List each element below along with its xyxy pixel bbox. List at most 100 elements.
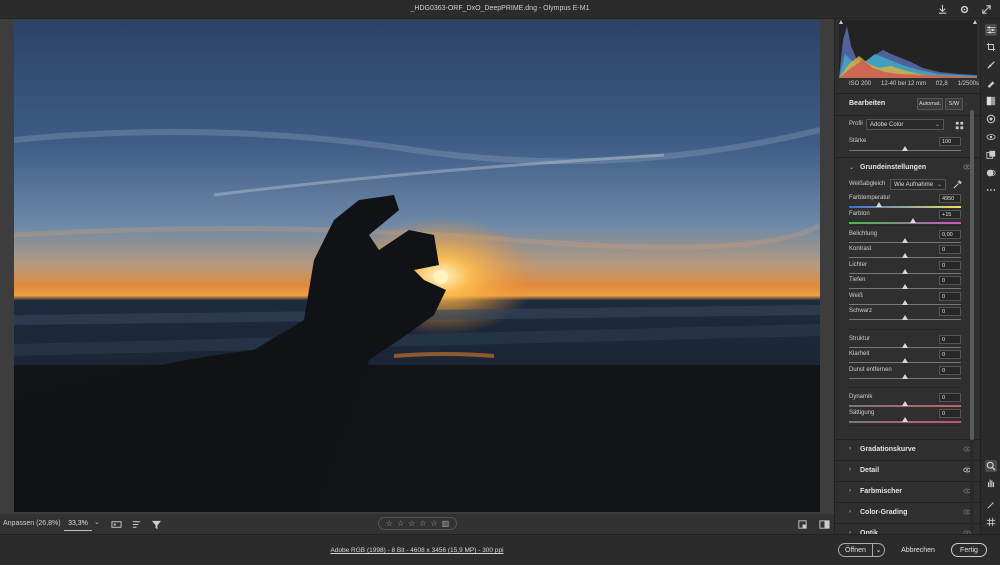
slider-label: Lichter: [849, 262, 868, 268]
slider-thumb[interactable]: [902, 374, 908, 379]
slider-label: Farbton: [849, 211, 870, 217]
slider-thumb[interactable]: [902, 315, 908, 320]
slider-value-field[interactable]: 0: [939, 409, 961, 418]
star-icon[interactable]: ☆: [430, 519, 437, 528]
zoom-chevron-icon[interactable]: ⌄: [94, 518, 100, 526]
wb-select[interactable]: Wie Aufnahme ⌄: [890, 179, 946, 190]
slider-value-field[interactable]: 0: [939, 335, 961, 344]
radial-icon[interactable]: [985, 113, 997, 125]
star-icon[interactable]: ☆: [419, 519, 426, 528]
panel-scrollbar[interactable]: [970, 110, 974, 530]
gear-icon[interactable]: [958, 3, 970, 15]
divider: [849, 425, 961, 426]
section-color-grading[interactable]: › Color-Grading: [835, 502, 980, 522]
gradient-icon[interactable]: [985, 95, 997, 107]
slider-value-field[interactable]: +15: [939, 210, 961, 219]
section-optik[interactable]: › Optik: [835, 523, 980, 534]
slider-value-field[interactable]: 0: [939, 350, 961, 359]
slider-label: Struktur: [849, 336, 871, 342]
profile-select[interactable]: Adobe Color ⌄: [866, 119, 944, 130]
slider-value-field[interactable]: 4950: [939, 194, 961, 203]
slider-thumb[interactable]: [902, 401, 908, 406]
slider-value-field[interactable]: 0,00: [939, 230, 961, 239]
hand-icon[interactable]: [985, 477, 997, 489]
filmstrip-icon[interactable]: [110, 518, 122, 530]
presets-icon[interactable]: [985, 167, 997, 179]
chevron-right-icon: ›: [849, 488, 851, 494]
sort-icon[interactable]: [130, 518, 142, 530]
snapshots-icon[interactable]: [985, 149, 997, 161]
save-icon[interactable]: [936, 3, 948, 15]
slider-value-field[interactable]: 0: [939, 292, 961, 301]
amount-slider-thumb[interactable]: [902, 146, 908, 151]
rating-stars[interactable]: ☆ ☆ ☆ ☆ ☆ ▥: [378, 517, 457, 530]
workflow-options-link[interactable]: Adobe RGB (1998) - 8 Bit - 4608 x 3456 (…: [0, 547, 834, 554]
edit-sliders-icon[interactable]: [985, 24, 997, 36]
zoom-fit-label[interactable]: Anpassen (26,8%): [3, 520, 61, 527]
brush-icon[interactable]: [985, 77, 997, 89]
section-farbmischer[interactable]: › Farbmischer: [835, 481, 980, 501]
bw-button[interactable]: S/W: [945, 98, 963, 110]
edit-header: Bearbeiten Automat. S/W: [835, 95, 980, 115]
before-after-toggle-icon[interactable]: [796, 518, 808, 530]
slider-label: Schwarz: [849, 308, 873, 314]
divider: [835, 115, 980, 116]
eyedropper-icon[interactable]: [951, 178, 963, 190]
slider-value-field[interactable]: 0: [939, 245, 961, 254]
slider-value-field[interactable]: 0: [939, 393, 961, 402]
scrollbar-thumb[interactable]: [970, 110, 974, 440]
footer: Adobe RGB (1998) - 8 Bit - 4608 x 3456 (…: [0, 534, 1000, 565]
filter-icon[interactable]: [150, 518, 162, 530]
exif-shutter: 1/2500s: [957, 81, 979, 87]
chevron-down-icon: ⌄: [849, 165, 855, 171]
slider-thumb[interactable]: [902, 253, 908, 258]
slider-thumb[interactable]: [902, 343, 908, 348]
star-icon[interactable]: ☆: [386, 519, 393, 528]
amount-label: Stärke: [849, 138, 867, 144]
section-detail[interactable]: › Detail: [835, 460, 980, 480]
color-sampler-icon[interactable]: [985, 499, 997, 511]
crop-icon[interactable]: [985, 41, 997, 53]
slider-label: Sättigung: [849, 410, 875, 416]
profile-browser-icon[interactable]: [953, 119, 965, 131]
slider-thumb[interactable]: [902, 238, 908, 243]
section-basic[interactable]: ⌄ Grundeinstellungen: [835, 157, 980, 177]
auto-button[interactable]: Automat.: [917, 98, 943, 110]
slider-thumb[interactable]: [902, 417, 908, 422]
more-icon[interactable]: [985, 184, 997, 196]
done-button[interactable]: Fertig: [951, 543, 987, 557]
slider-value-field[interactable]: 0: [939, 307, 961, 316]
redeye-icon[interactable]: [985, 131, 997, 143]
chevron-right-icon: ›: [849, 446, 851, 452]
slider-value-field[interactable]: 0: [939, 366, 961, 375]
open-button[interactable]: Öffnen: [838, 543, 873, 557]
preview-image: [14, 20, 820, 512]
slider-thumb[interactable]: [902, 284, 908, 289]
slider-thumb[interactable]: [902, 269, 908, 274]
slider-thumb[interactable]: [902, 358, 908, 363]
star-icon[interactable]: ☆: [408, 519, 415, 528]
slider-track[interactable]: [849, 206, 961, 208]
healing-icon[interactable]: [985, 59, 997, 71]
image-canvas[interactable]: [0, 19, 834, 514]
zoom-level[interactable]: 33,3%: [64, 517, 92, 531]
open-menu-chevron-icon[interactable]: ⌄: [873, 543, 885, 557]
split-view-icon[interactable]: [818, 518, 830, 530]
section-gradationskurve[interactable]: › Gradationskurve: [835, 439, 980, 459]
zoom-icon[interactable]: [985, 460, 997, 472]
trash-icon[interactable]: ▥: [442, 519, 450, 528]
cancel-button[interactable]: Abbrechen: [896, 543, 940, 557]
wb-label: Weißabgleich: [849, 181, 886, 187]
fullscreen-icon[interactable]: [980, 3, 992, 15]
chevron-down-icon: ⌄: [934, 122, 940, 128]
amount-field[interactable]: 100: [939, 137, 961, 146]
slider-value-field[interactable]: 0: [939, 276, 961, 285]
grid-icon[interactable]: [985, 516, 997, 528]
slider-track[interactable]: [849, 222, 961, 224]
slider-thumb[interactable]: [902, 300, 908, 305]
star-icon[interactable]: ☆: [397, 519, 404, 528]
slider-thumb[interactable]: [909, 218, 916, 223]
slider-value-field[interactable]: 0: [939, 261, 961, 270]
slider-label: Belichtung: [849, 231, 878, 237]
slider-thumb[interactable]: [876, 202, 883, 207]
